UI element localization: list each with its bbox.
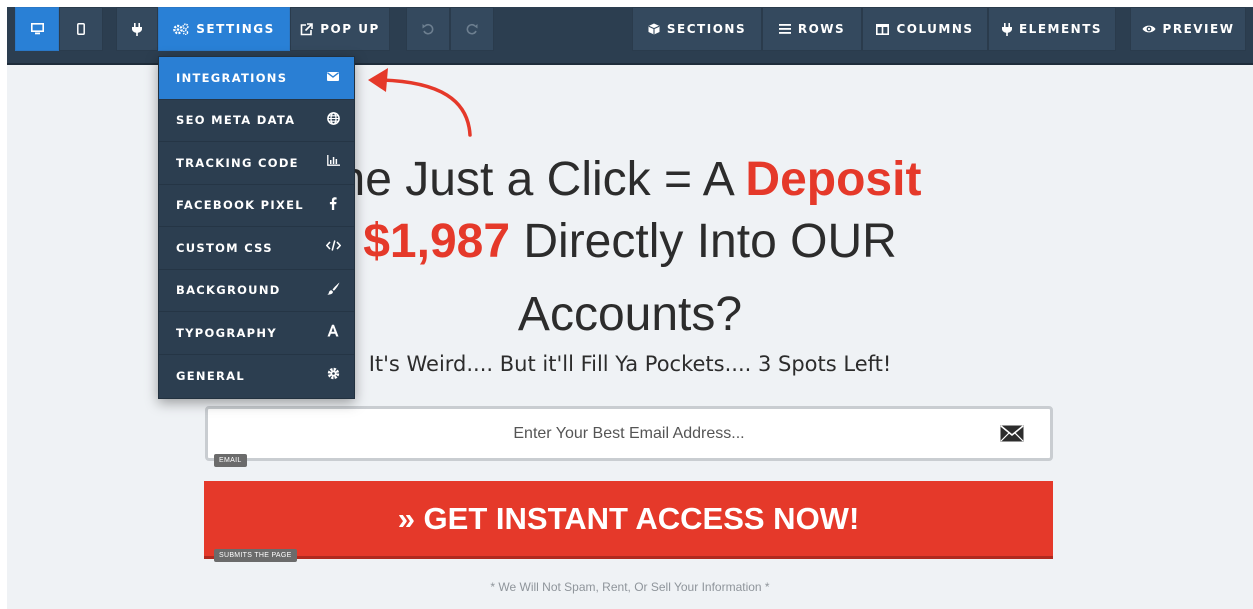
plug-icon xyxy=(132,22,142,36)
mobile-view-button[interactable] xyxy=(59,7,103,51)
email-field-wrapper xyxy=(205,406,1053,461)
get-instant-access-button[interactable]: » GET INSTANT ACCESS NOW! xyxy=(204,481,1053,559)
menu-item-general[interactable]: GENERAL xyxy=(159,355,354,398)
undo-icon xyxy=(422,23,434,35)
menu-item-seo-meta-data[interactable]: SEO META DATA xyxy=(159,100,354,142)
cube-icon xyxy=(648,23,660,35)
external-link-icon xyxy=(300,22,314,36)
menu-item-tracking-code[interactable]: TRACKING CODE xyxy=(159,142,354,185)
desktop-icon xyxy=(30,23,44,35)
settings-button[interactable]: SETTINGS xyxy=(158,7,290,51)
submit-tag: SUBMITS THE PAGE xyxy=(214,549,297,562)
columns-button[interactable]: COLUMNS xyxy=(862,7,988,51)
brush-icon xyxy=(324,282,342,299)
disclaimer-text: * We Will Not Spam, Rent, Or Sell Your I… xyxy=(490,580,770,594)
undo-button[interactable] xyxy=(406,7,450,51)
gear-icon xyxy=(324,367,342,384)
facebook-icon xyxy=(324,197,342,214)
email-input[interactable] xyxy=(208,409,1050,458)
redo-icon xyxy=(466,23,478,35)
columns-icon xyxy=(876,23,890,35)
desktop-view-button[interactable] xyxy=(15,7,59,51)
font-icon xyxy=(324,324,342,341)
menu-item-custom-css[interactable]: CUSTOM CSS xyxy=(159,227,354,270)
popup-button[interactable]: POP UP xyxy=(290,7,390,51)
email-tag: EMAIL xyxy=(214,454,247,467)
code-icon xyxy=(324,240,342,255)
redo-button[interactable] xyxy=(450,7,494,51)
annotation-arrow xyxy=(368,68,472,137)
envelope-icon xyxy=(324,70,342,85)
sections-button[interactable]: SECTIONS xyxy=(632,7,762,51)
eye-icon xyxy=(1142,24,1156,34)
gears-icon xyxy=(173,23,189,35)
menu-item-integrations[interactable]: INTEGRATIONS xyxy=(159,57,354,100)
settings-dropdown-menu: INTEGRATIONS SEO META DATA TRACKING CODE… xyxy=(158,56,355,399)
plugins-button[interactable] xyxy=(116,7,158,51)
preview-button[interactable]: PREVIEW xyxy=(1130,7,1246,51)
rows-button[interactable]: ROWS xyxy=(762,7,862,51)
mobile-icon xyxy=(77,23,85,35)
bar-chart-icon xyxy=(324,155,342,170)
bars-icon xyxy=(778,24,791,34)
menu-item-facebook-pixel[interactable]: FACEBOOK PIXEL xyxy=(159,185,354,227)
envelope-icon xyxy=(1000,425,1024,447)
elements-button[interactable]: ELEMENTS xyxy=(988,7,1116,51)
menu-item-typography[interactable]: TYPOGRAPHY xyxy=(159,312,354,355)
menu-item-background[interactable]: BACKGROUND xyxy=(159,270,354,312)
plug-icon xyxy=(1001,22,1012,36)
globe-icon xyxy=(324,111,342,129)
